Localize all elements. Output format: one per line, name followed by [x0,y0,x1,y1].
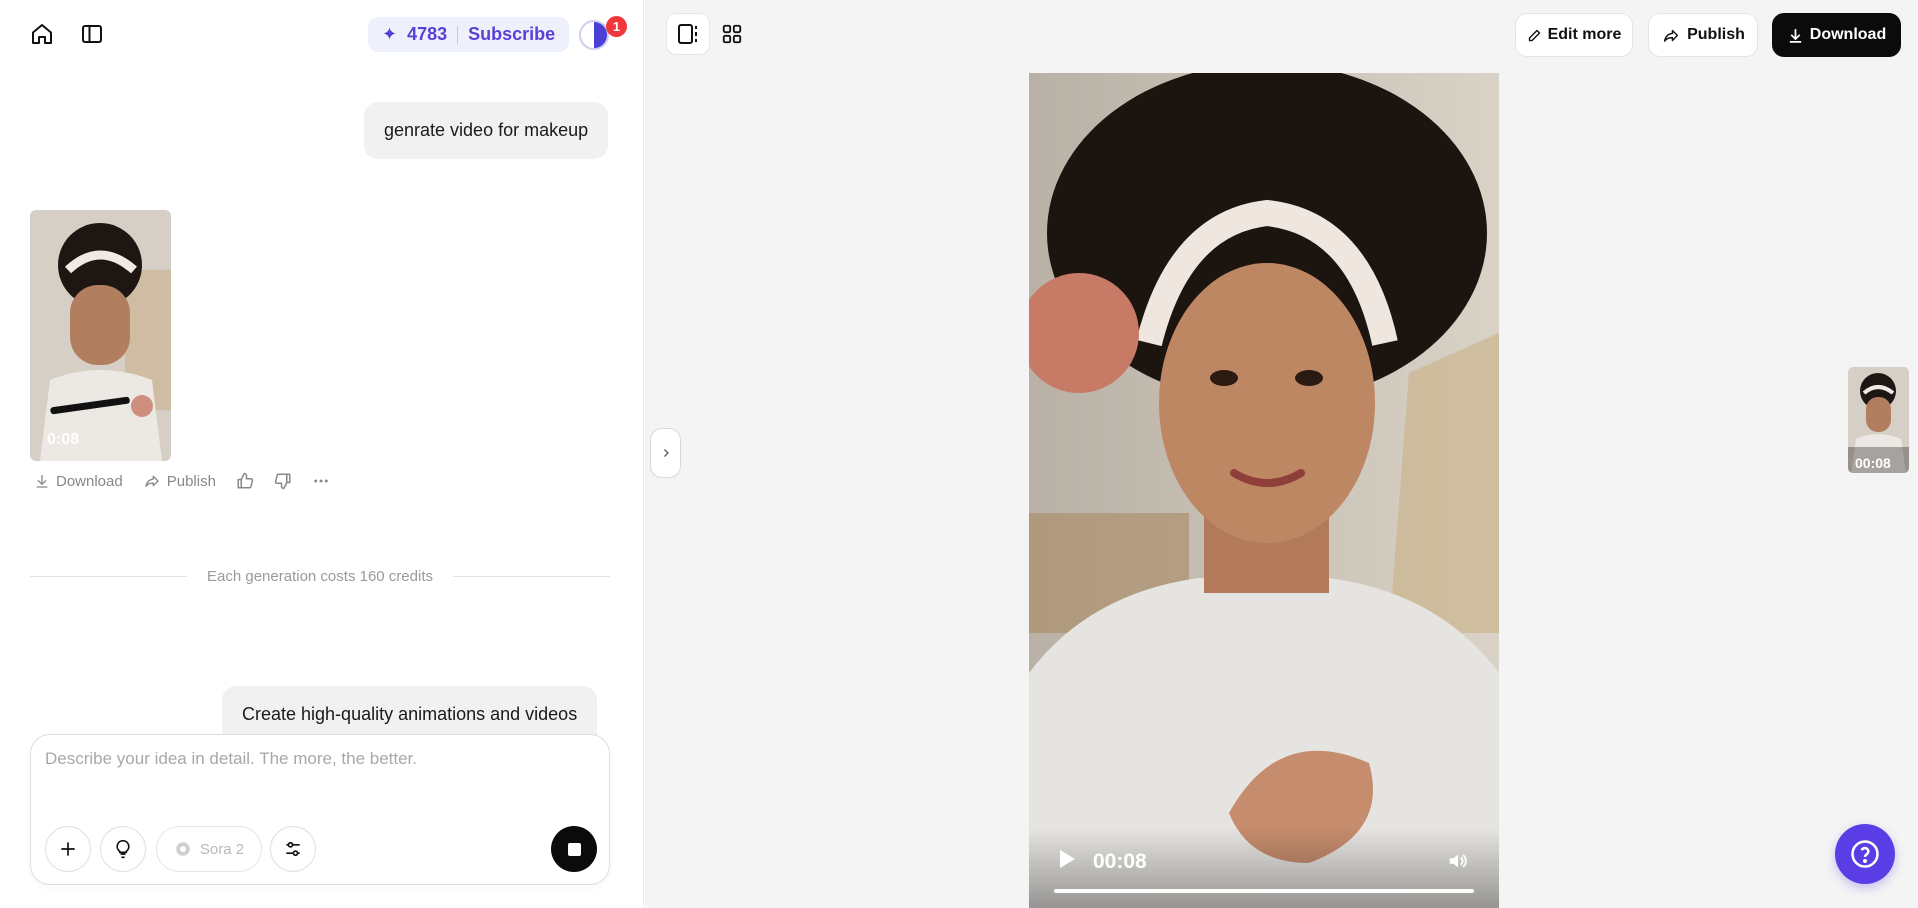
avatar[interactable] [579,20,609,50]
model-selector[interactable]: Sora 2 [156,826,262,872]
more-icon [314,479,328,483]
publish-button[interactable]: Publish [1648,13,1758,57]
credits-count: 4783 [407,24,448,44]
ideas-button[interactable] [100,826,146,872]
video-time: 00:08 [1093,850,1147,873]
download-result-button[interactable]: Download [34,473,123,490]
pencil-icon [1528,29,1540,41]
like-button[interactable] [236,472,254,490]
help-button[interactable] [1835,824,1895,884]
prompt-composer: Sora 2 [30,734,610,885]
result-actions: Download Publish [34,470,330,492]
help-icon [1851,840,1879,868]
sliders-icon [286,841,300,857]
divider [457,25,459,44]
grid-icon [722,24,742,44]
download-label: Download [1809,26,1887,43]
user-message: genrate video for makeup [364,102,609,159]
download-icon [36,475,48,488]
home-icon [32,24,52,44]
video-frame [1029,73,1499,908]
home-button[interactable] [22,14,62,54]
download-icon [1789,28,1801,43]
more-options-button[interactable] [312,472,330,490]
thumbs-up-icon [237,472,254,489]
download-label: Download [56,472,123,490]
toggle-sidebar-button[interactable] [72,14,112,54]
settings-button[interactable] [270,826,316,872]
video-progress-fill [1054,889,1474,893]
cost-divider: Each generation costs 160 credits [30,565,610,587]
generated-video-thumbnail[interactable]: 0:08 [30,210,171,461]
edit-more-label: Edit more [1547,26,1622,43]
video-preview-image [30,210,171,461]
publish-label: Publish [1687,26,1745,43]
share-icon [145,475,159,487]
panel-view-icon [678,24,697,44]
thumbs-down-icon [274,473,291,490]
single-view-button[interactable] [666,13,710,55]
download-button[interactable]: Download [1772,13,1901,57]
video-player[interactable]: 00:08 [1029,73,1499,908]
lightbulb-icon [116,839,130,859]
volume-icon[interactable] [1447,850,1469,872]
share-icon [1664,29,1679,42]
preview-panel: Edit more Publish Download 00:08 00:08 [645,0,1918,908]
plus-icon [61,842,75,856]
stop-generation-button[interactable] [551,826,597,872]
side-video-thumbnail[interactable]: 00:08 [1848,367,1909,473]
publish-label: Publish [166,472,216,490]
grid-view-button[interactable] [710,13,754,55]
side-thumbnail-duration: 00:08 [1855,455,1891,471]
sparkle-icon: ✦ [382,24,398,44]
publish-result-button[interactable]: Publish [143,473,216,490]
video-controls: 00:08 [1029,828,1499,908]
credits-pill[interactable]: ✦ 4783 Subscribe [368,17,570,52]
collapse-panel-button[interactable] [650,428,681,478]
model-name: Sora 2 [199,840,245,858]
sidebar-icon [82,25,102,43]
model-icon [176,842,190,856]
stop-icon [567,842,581,856]
notification-badge: 1 [606,16,627,37]
subscribe-link[interactable]: Subscribe [468,24,555,45]
video-progress-bar[interactable] [1054,889,1474,893]
chat-panel: ✦ 4783 Subscribe 1 genrate video for mak… [0,0,644,908]
dislike-button[interactable] [274,472,292,490]
add-attachment-button[interactable] [45,826,91,872]
cost-note: Each generation costs 160 credits [187,567,453,585]
video-duration: 0:08 [47,431,80,448]
edit-more-button[interactable]: Edit more [1515,13,1633,57]
play-icon[interactable] [1057,848,1077,870]
chevron-right-icon [663,449,669,457]
prompt-input[interactable] [45,749,595,799]
